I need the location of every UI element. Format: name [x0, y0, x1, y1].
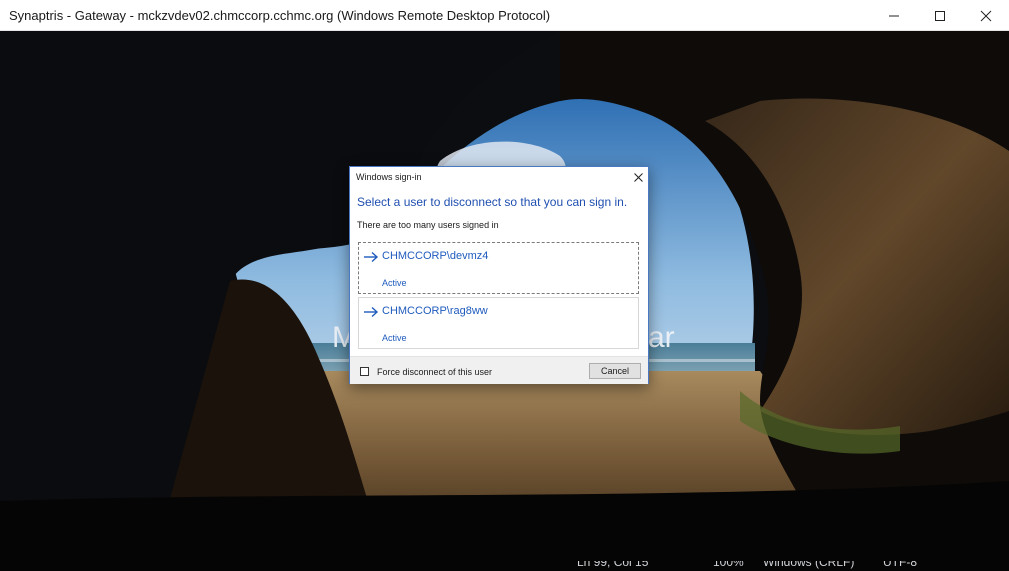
- dialog-heading: Select a user to disconnect so that you …: [357, 195, 628, 209]
- maximize-button[interactable]: [917, 0, 963, 31]
- close-window-button[interactable]: [963, 0, 1009, 31]
- arrow-right-icon: [364, 251, 379, 263]
- dialog-close-button[interactable]: [630, 170, 646, 184]
- minimize-button[interactable]: [871, 0, 917, 31]
- statusbar-zoom: 100%: [713, 561, 744, 569]
- lockscreen-clock-right: ar: [648, 321, 675, 354]
- close-icon: [980, 10, 992, 21]
- force-disconnect-checkbox[interactable]: [360, 367, 369, 376]
- window-titlebar: Synaptris - Gateway - mckzvdev02.chmccor…: [0, 0, 1009, 31]
- user-tile-rag8ww[interactable]: CHMCCORP\rag8ww Active: [358, 297, 639, 349]
- statusbar-position: Ln 99, Col 15: [577, 561, 649, 569]
- dialog-footer: Force disconnect of this user Cancel: [350, 356, 648, 384]
- statusbar-line-ending: Windows (CRLF): [763, 561, 855, 569]
- user-tile-devmz4[interactable]: CHMCCORP\devmz4 Active: [358, 242, 639, 294]
- force-disconnect-label[interactable]: Force disconnect of this user: [377, 367, 492, 377]
- dialog-title: Windows sign-in: [356, 172, 422, 182]
- minimize-icon: [889, 15, 899, 16]
- user-status: Active: [382, 278, 407, 288]
- window-title: Synaptris - Gateway - mckzvdev02.chmccor…: [9, 8, 551, 23]
- maximize-icon: [935, 10, 945, 21]
- windows-sign-in-dialog: Windows sign-in Select a user to disconn…: [349, 166, 649, 384]
- close-icon: [633, 172, 643, 182]
- cancel-button[interactable]: Cancel: [589, 363, 641, 379]
- user-status: Active: [382, 333, 407, 343]
- user-name: CHMCCORP\rag8ww: [382, 305, 488, 317]
- statusbar-encoding: UTF-8: [883, 561, 917, 569]
- background-editor-statusbar: Ln 99, Col 15 100% Windows (CRLF) UTF-8: [520, 561, 1009, 571]
- arrow-right-icon: [364, 306, 379, 318]
- user-name: CHMCCORP\devmz4: [382, 250, 489, 262]
- dialog-subtext: There are too many users signed in: [357, 220, 499, 230]
